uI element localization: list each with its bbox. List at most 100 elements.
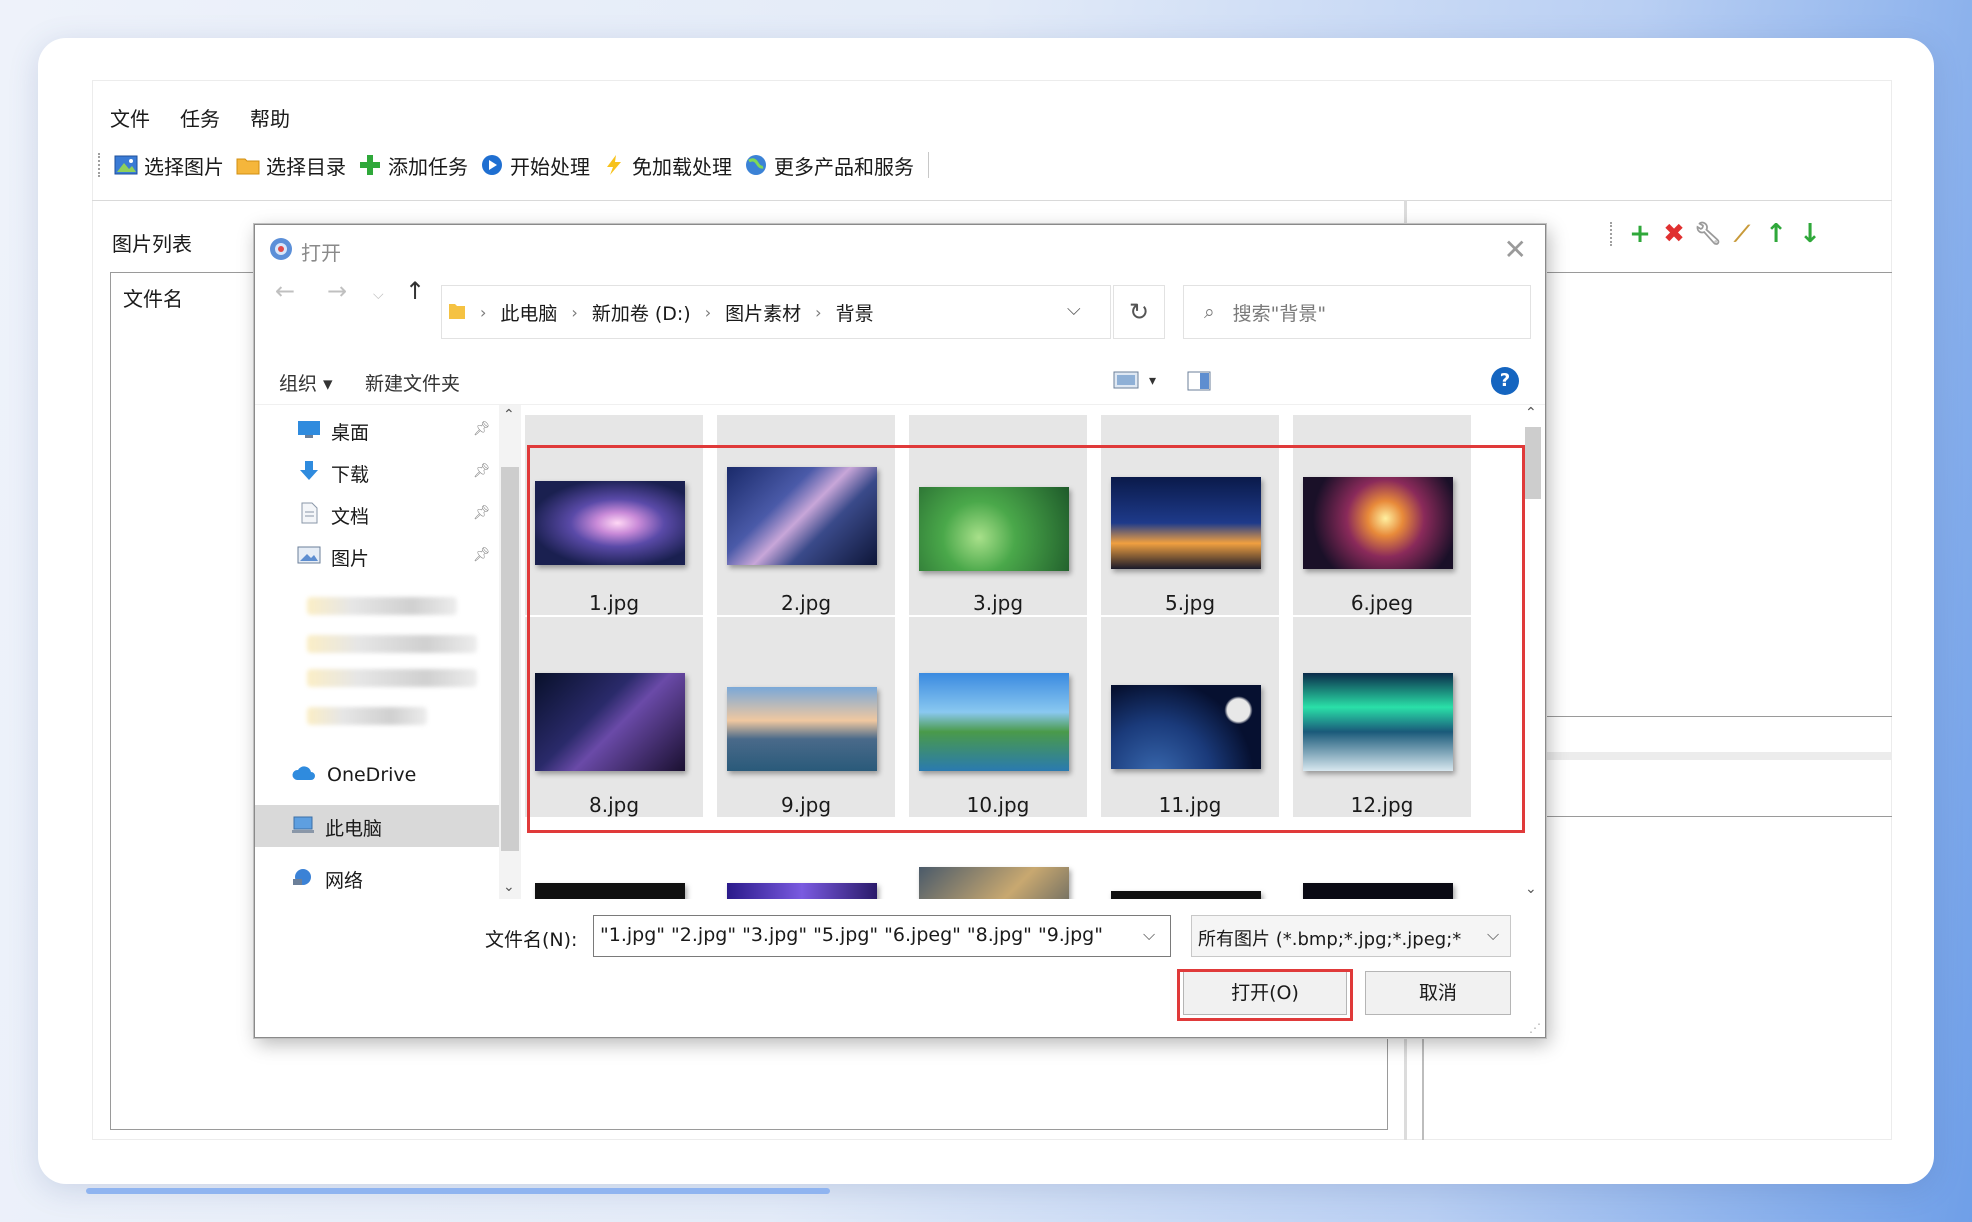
help-icon[interactable]: ? [1491,367,1519,395]
menu-bar: 文件 任务 帮助 [92,100,290,138]
dialog-title: 打开 [301,241,341,265]
search-icon: ⌕ [1204,301,1215,323]
nav-item-label: 网络 [325,869,364,892]
nav-item-this-pc[interactable]: 此电脑 [291,807,382,847]
nav-item-label: 图片 [331,547,370,570]
download-icon [297,460,321,487]
new-folder-button[interactable]: 新建文件夹 [365,369,460,396]
scroll-up-icon[interactable]: ⌃ [503,407,515,423]
more-products-button[interactable]: 更多产品和服务 [738,147,920,183]
breadcrumb-drive-d[interactable]: 新加卷 (D:) [592,299,691,326]
pin-icon[interactable]: 📌︎ [473,505,491,521]
organize-button[interactable]: 组织 ▾ [279,369,333,396]
broom-icon[interactable]: ⟋ [1728,220,1756,248]
nav-item-onedrive[interactable]: OneDrive [291,755,416,795]
delete-icon[interactable]: ✖ [1660,219,1688,249]
thumbnail-image [919,867,1069,899]
blurred-folder-item[interactable] [307,707,427,725]
start-process-label: 开始处理 [510,154,590,179]
breadcrumb-this-pc[interactable]: 此电脑 [500,299,557,326]
pin-icon[interactable]: 📌︎ [473,421,491,437]
resize-grip-icon[interactable]: ⋰ [1529,1021,1541,1035]
no-load-process-button[interactable]: 免加载处理 [596,147,738,183]
breadcrumb-background[interactable]: 背景 [836,299,874,326]
add-task-button[interactable]: 添加任务 [352,147,474,183]
arrow-down-icon[interactable]: ↓ [1796,219,1824,249]
breadcrumb-image-assets[interactable]: 图片素材 [725,299,801,326]
nav-item-desktop[interactable]: 桌面 [297,411,369,451]
computer-icon [291,815,315,840]
blurred-folder-item[interactable] [307,669,477,687]
navigation-pane: 桌面 📌︎ 下载 📌︎ 文档 📌︎ 图片 📌︎ OneDrive 此电脑 网络 [255,405,499,899]
view-icon[interactable] [1113,371,1139,394]
plus-icon [358,154,382,176]
forward-icon[interactable]: → [327,277,347,305]
progress-bar [86,1188,830,1194]
menu-task[interactable]: 任务 [180,100,220,138]
select-image-label: 选择图片 [144,154,224,179]
folder-icon [236,154,260,176]
nav-item-label: OneDrive [327,764,417,786]
scroll-down-icon[interactable]: ⌄ [503,879,515,895]
arrow-up-icon[interactable]: ↑ [1762,219,1790,249]
selection-highlight [527,445,1525,833]
select-folder-button[interactable]: 选择目录 [230,147,352,183]
file-grid-scrollbar[interactable]: ⌃ ⌄ [1521,405,1543,899]
nav-item-network[interactable]: 网络 [291,859,363,899]
blurred-folder-item[interactable] [307,597,457,615]
select-folder-label: 选择目录 [266,154,346,179]
filename-dropdown-icon[interactable]: ⌵ [1143,925,1155,945]
no-load-process-label: 免加载处理 [632,154,732,179]
select-image-button[interactable]: 选择图片 [108,147,230,183]
search-input[interactable]: ⌕ 搜索"背景" [1183,285,1531,339]
thumbnail-image [535,883,685,899]
dialog-app-icon [269,237,293,266]
nav-scrollbar[interactable]: ⌃ ⌄ [499,405,521,899]
back-icon[interactable]: ← [275,277,295,305]
open-file-dialog: 打开 ✕ ← → ⌵ ↑ › 此电脑 › 新加卷 (D:) › 图片素材 › 背… [254,224,1546,1038]
preview-pane-icon[interactable] [1187,371,1211,396]
recent-dropdown-icon[interactable]: ⌵ [373,287,384,303]
globe-icon [744,154,768,176]
chevron-down-icon[interactable]: ⌵ [1067,299,1081,320]
start-process-button[interactable]: 开始处理 [474,147,596,183]
image-list-title: 图片列表 [112,232,192,256]
nav-item-downloads[interactable]: 下载 [297,453,369,493]
more-products-label: 更多产品和服务 [774,154,914,179]
search-placeholder: 搜索"背景" [1232,302,1327,325]
menu-help[interactable]: 帮助 [250,100,290,138]
document-icon [297,502,321,529]
nav-item-label: 桌面 [331,421,370,444]
image-icon [114,154,138,176]
folder-icon [448,300,466,325]
add-task-label: 添加任务 [388,154,468,179]
scroll-up-icon[interactable]: ⌃ [1525,405,1537,421]
toolbar: 选择图片 选择目录 添加任务 开始处理 免加载处理 更多产品和服务 [92,146,929,184]
pin-icon[interactable]: 📌︎ [473,463,491,479]
nav-item-label: 下载 [331,463,370,486]
scroll-down-icon[interactable]: ⌄ [1525,881,1537,897]
blurred-folder-item[interactable] [307,635,477,653]
view-dropdown-icon[interactable]: ▾ [1149,373,1156,389]
up-icon[interactable]: ↑ [405,277,425,305]
filetype-select[interactable]: 所有图片 (*.bmp;*.jpg;*.jpeg;* [1191,915,1511,957]
nav-item-pictures[interactable]: 图片 [297,537,369,577]
refresh-icon[interactable]: ↻ [1113,285,1165,339]
nav-item-label: 文档 [331,505,370,528]
thumbnail-image [727,883,877,899]
nav-item-documents[interactable]: 文档 [297,495,369,535]
pictures-icon [297,545,321,570]
cancel-button[interactable]: 取消 [1365,971,1511,1015]
open-button-highlight [1177,969,1353,1021]
column-header-filename[interactable]: 文件名 [123,283,183,312]
filetype-dropdown-icon[interactable]: ⌵ [1487,925,1499,945]
address-bar[interactable]: › 此电脑 › 新加卷 (D:) › 图片素材 › 背景 [441,285,1111,339]
menu-file[interactable]: 文件 [110,100,150,138]
add-icon[interactable]: + [1626,219,1654,249]
thumbnail-image [1303,883,1453,899]
toolbar-grip[interactable] [98,153,102,177]
pin-icon[interactable]: 📌︎ [473,547,491,563]
wrench-icon[interactable]: 🔧︎ [1694,220,1722,248]
filename-input[interactable]: "1.jpg" "2.jpg" "3.jpg" "5.jpg" "6.jpeg"… [593,915,1171,957]
close-icon[interactable]: ✕ [1504,233,1527,266]
